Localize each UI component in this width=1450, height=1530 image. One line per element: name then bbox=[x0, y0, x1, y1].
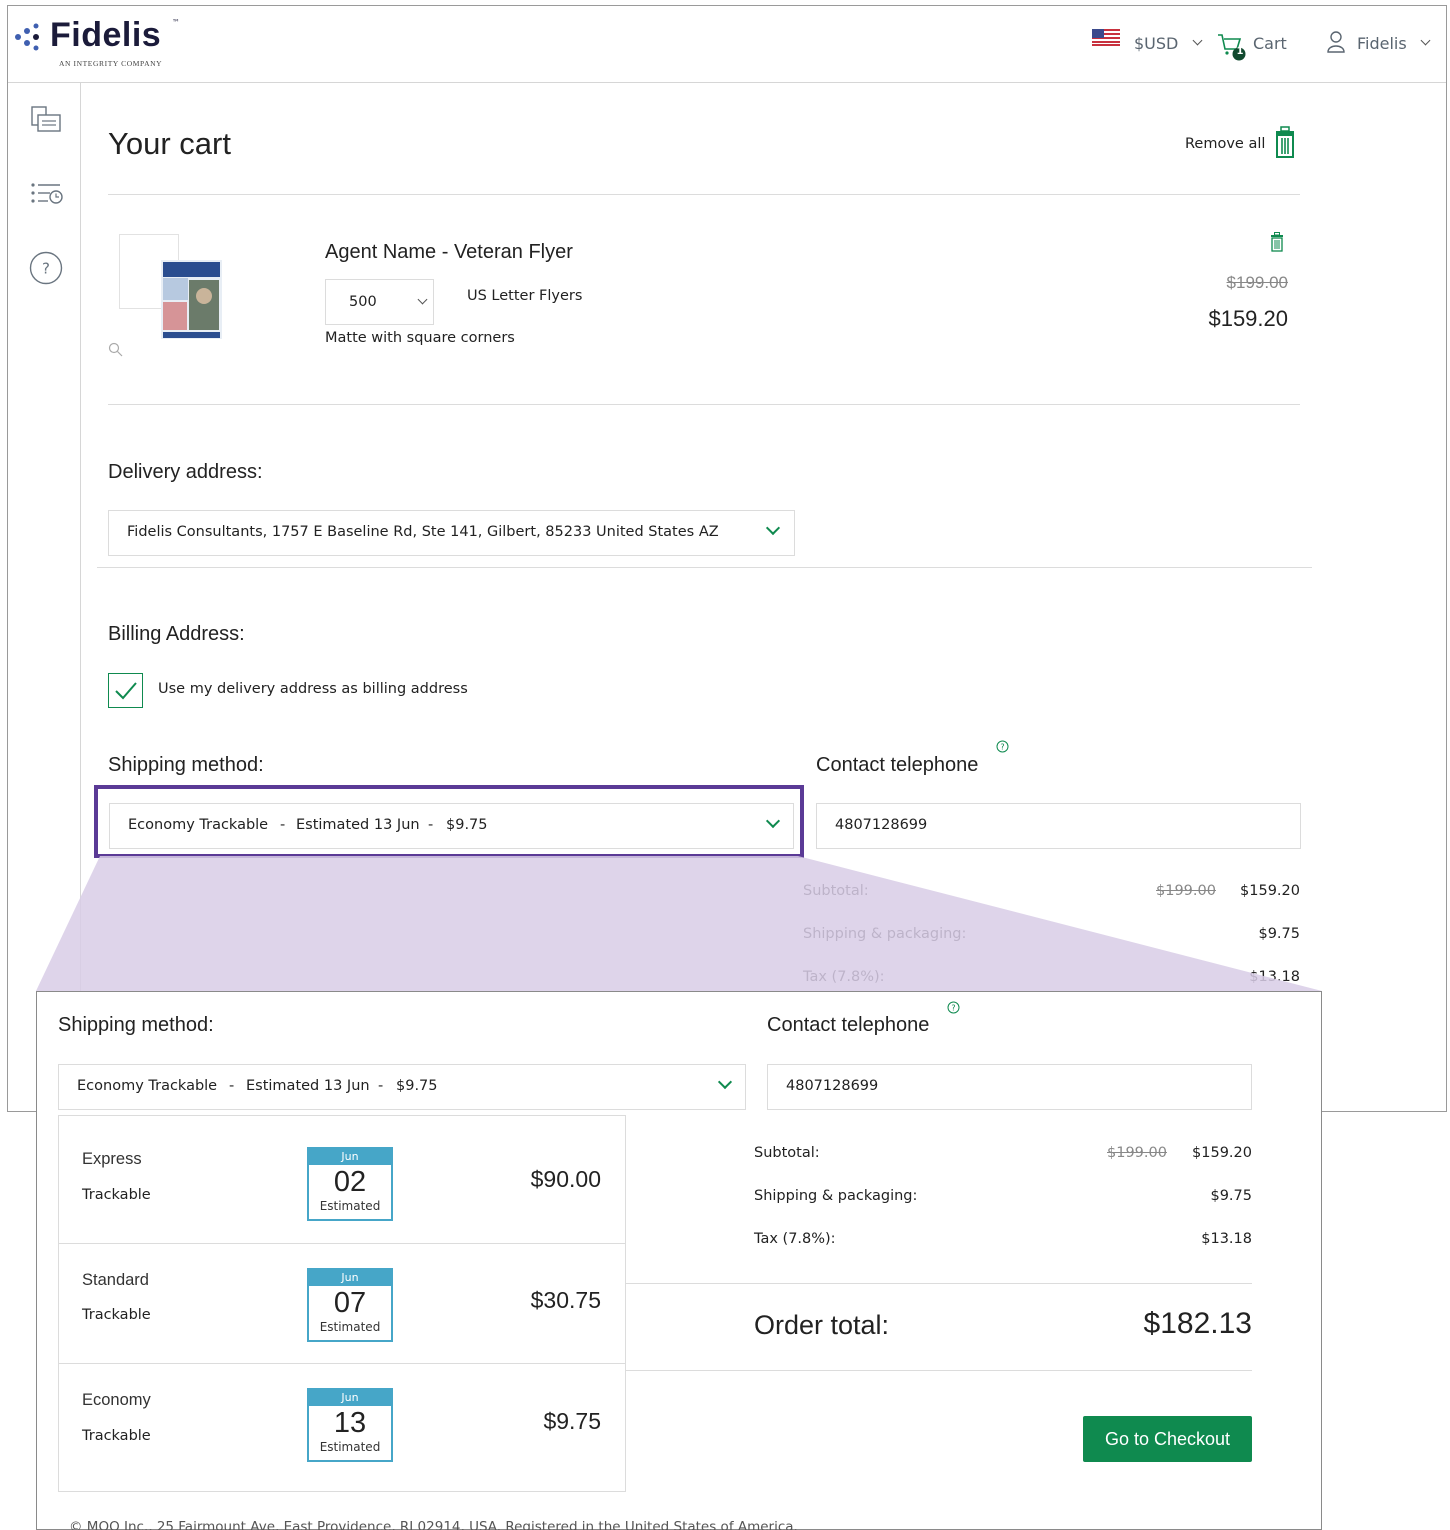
order-total-value: $182.13 bbox=[1143, 1307, 1252, 1340]
option-price: $9.75 bbox=[543, 1408, 601, 1434]
date-month: Jun bbox=[309, 1149, 391, 1165]
callout-tax-value: $13.18 bbox=[1201, 1231, 1252, 1247]
callout-contact-heading: Contact telephone bbox=[767, 1014, 930, 1036]
callout-shipping-selected-estimate: Estimated 13 Jun bbox=[246, 1078, 370, 1094]
option-price: $90.00 bbox=[530, 1166, 601, 1192]
date-month: Jun bbox=[309, 1270, 391, 1286]
callout-subtotal-value: $159.20 bbox=[1192, 1145, 1252, 1161]
date-day: 13 bbox=[333, 1407, 367, 1439]
option-name: Express bbox=[82, 1150, 142, 1168]
option-sub: Trackable bbox=[82, 1428, 151, 1444]
date-estimated: Estimated bbox=[319, 1320, 381, 1334]
zoom-callout: Shipping method: Economy Trackable - Est… bbox=[36, 991, 1322, 1530]
date-month: Jun bbox=[309, 1390, 391, 1406]
callout-shipping-selected-sep: - bbox=[229, 1078, 235, 1094]
callout-shipping-selected-sep: - bbox=[378, 1078, 384, 1094]
checkout-button-label: Go to Checkout bbox=[1104, 1429, 1231, 1449]
callout-contact-telephone-value: 4807128699 bbox=[786, 1078, 879, 1094]
callout-subtotal-original: $199.00 bbox=[1107, 1145, 1167, 1161]
callout-help-circle-icon[interactable]: ? bbox=[947, 1001, 960, 1014]
callout-contact-telephone-input[interactable]: 4807128699 bbox=[767, 1064, 1252, 1110]
callout-shipping-label: Shipping & packaging: bbox=[754, 1188, 918, 1204]
callout-shipping-method-select[interactable]: Economy Trackable - Estimated 13 Jun - $… bbox=[58, 1064, 746, 1110]
shipping-option-economy[interactable]: Economy Trackable Jun 13 Estimated $9.75 bbox=[59, 1364, 625, 1491]
shipping-options-dropdown: Express Trackable Jun 02 Estimated $90.0… bbox=[58, 1115, 626, 1492]
date-day: 02 bbox=[333, 1166, 367, 1198]
option-sub: Trackable bbox=[82, 1187, 151, 1203]
option-name: Economy bbox=[82, 1391, 151, 1409]
callout-shipping-selected-name: Economy Trackable bbox=[77, 1078, 218, 1094]
date-card: Jun 07 Estimated bbox=[307, 1268, 393, 1342]
callout-shipping-chevron-down-icon bbox=[717, 1074, 733, 1090]
callout-shipping-selected-price: $9.75 bbox=[396, 1078, 438, 1094]
option-sub: Trackable bbox=[82, 1307, 151, 1323]
go-to-checkout-button[interactable]: Go to Checkout bbox=[1083, 1416, 1252, 1462]
svg-text:?: ? bbox=[951, 1004, 955, 1013]
option-name: Standard bbox=[82, 1271, 149, 1289]
divider bbox=[626, 1370, 1252, 1371]
option-price: $30.75 bbox=[530, 1287, 601, 1313]
date-card: Jun 02 Estimated bbox=[307, 1147, 393, 1221]
callout-shipping-heading: Shipping method: bbox=[58, 1014, 214, 1036]
date-estimated: Estimated bbox=[319, 1440, 381, 1454]
date-day: 07 bbox=[333, 1287, 367, 1319]
callout-subtotal-label: Subtotal: bbox=[754, 1145, 820, 1161]
callout-tax-label: Tax (7.8%): bbox=[754, 1231, 836, 1247]
order-total-label: Order total: bbox=[754, 1310, 890, 1340]
callout-shipping-value: $9.75 bbox=[1210, 1188, 1252, 1204]
date-card: Jun 13 Estimated bbox=[307, 1388, 393, 1462]
footer-text: © MOO Inc., 25 Fairmount Ave, East Provi… bbox=[69, 1519, 798, 1530]
divider bbox=[626, 1283, 1252, 1284]
date-estimated: Estimated bbox=[319, 1199, 381, 1213]
shipping-option-standard[interactable]: Standard Trackable Jun 07 Estimated $30.… bbox=[59, 1244, 625, 1364]
shipping-option-express[interactable]: Express Trackable Jun 02 Estimated $90.0… bbox=[59, 1116, 625, 1244]
